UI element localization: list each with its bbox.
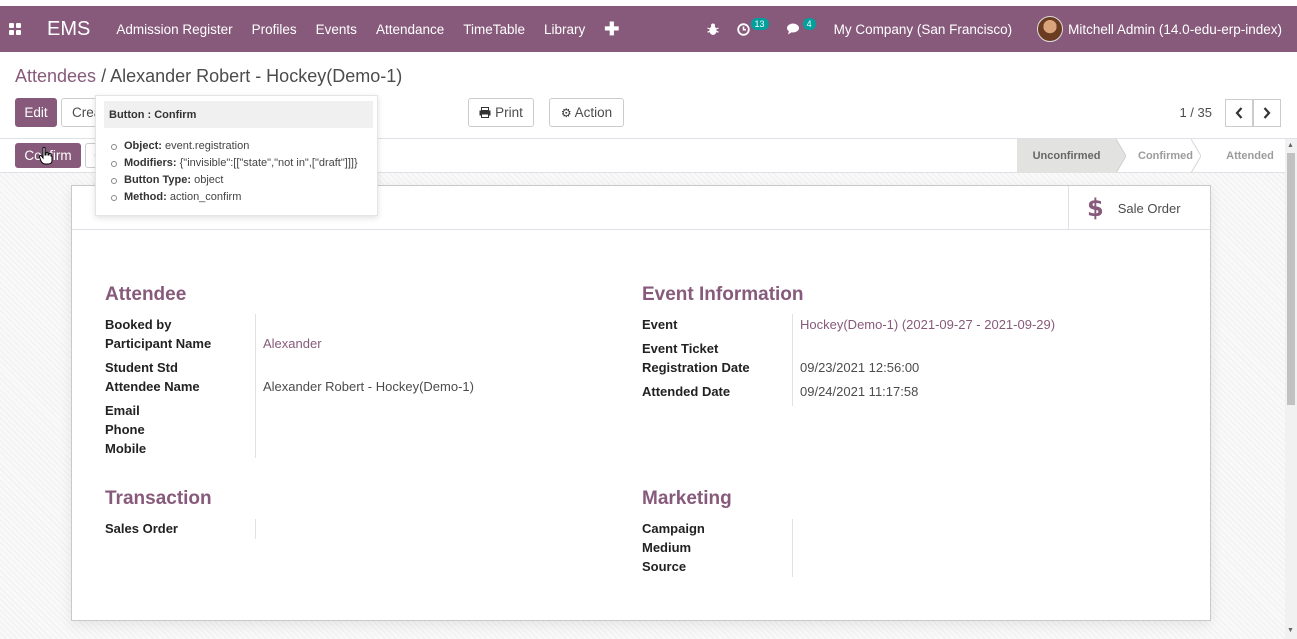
action-label: Action [574, 105, 613, 120]
attended-date-value: 09/24/2021 11:17:58 [800, 384, 919, 399]
transaction-divider [255, 519, 256, 539]
form-sheet: $ Sale Order Attendee Booked by Particip… [71, 185, 1211, 621]
sales-order-label: Sales Order [105, 521, 178, 536]
messages-icon[interactable]: 4 [786, 18, 816, 35]
event-value[interactable]: Hockey(Demo-1) (2021-09-27 - 2021-09-29) [800, 317, 1055, 332]
menu-attendance[interactable]: Attendance [376, 22, 444, 37]
event-information-group-title: Event Information [642, 284, 804, 305]
button-tooltip: Button : Confirm Object: event.registrat… [95, 95, 378, 216]
attendee-name-label: Attendee Name [105, 379, 200, 394]
event-ticket-label: Event Ticket [642, 341, 719, 356]
print-icon [479, 107, 491, 118]
attended-date-label: Attended Date [642, 384, 731, 399]
attendee-name-value: Alexander Robert - Hockey(Demo-1) [263, 379, 474, 394]
status-step-confirmed[interactable]: Confirmed [1116, 139, 1201, 173]
breadcrumb-current: Alexander Robert - Hockey(Demo-1) [110, 66, 403, 86]
pager-value[interactable]: 1 / 35 [1179, 105, 1212, 120]
breadcrumb-attendees-link[interactable]: Attendees [15, 66, 96, 86]
transaction-group-title: Transaction [105, 488, 212, 509]
tooltip-title: Button : Confirm [104, 101, 373, 128]
sale-order-label: Sale Order [1117, 200, 1181, 216]
registration-date-value: 09/23/2021 12:56:00 [800, 360, 920, 375]
print-label: Print [495, 105, 523, 120]
tooltip-details: Object: event.registration Modifiers: {"… [108, 138, 358, 206]
user-menu[interactable]: Mitchell Admin (14.0-edu-erp-index) [1037, 16, 1282, 42]
tooltip-method: Method: action_confirm [108, 189, 358, 206]
top-navbar: EMS Admission Register Profiles Events A… [0, 6, 1297, 52]
attendee-divider [255, 314, 256, 458]
bug-icon[interactable] [706, 23, 719, 36]
gear-icon: ⚙ [560, 105, 572, 120]
registration-date-label: Registration Date [642, 360, 750, 375]
event-divider [792, 314, 793, 406]
attendee-group-title: Attendee [105, 284, 187, 305]
participant-name-value[interactable]: Alexander [263, 336, 322, 351]
medium-label: Medium [642, 540, 692, 555]
menu-admission-register[interactable]: Admission Register [116, 22, 232, 37]
activity-badge: 13 [750, 18, 769, 30]
menu-timetable[interactable]: TimeTable [463, 22, 525, 37]
avatar [1037, 16, 1064, 42]
sale-order-smart-button[interactable]: $ Sale Order [1068, 186, 1210, 230]
messages-badge: 4 [802, 18, 816, 30]
menu-profiles[interactable]: Profiles [252, 22, 297, 37]
scroll-up-icon[interactable]: ▲ [1287, 142, 1294, 149]
marketing-group-title: Marketing [642, 488, 732, 509]
status-step-attended[interactable]: Attended [1201, 139, 1285, 173]
tooltip-modifiers: Modifiers: {"invisible":[["state","not i… [108, 155, 358, 172]
action-button[interactable]: ⚙ Action [549, 98, 624, 127]
dollar-icon: $ [1087, 194, 1104, 222]
participant-name-label: Participant Name [105, 336, 212, 351]
tooltip-object: Object: event.registration [108, 138, 358, 155]
menu-events[interactable]: Events [316, 22, 357, 37]
menu-library[interactable]: Library [544, 22, 585, 37]
tooltip-button-type: Button Type: object [108, 172, 358, 189]
plus-icon[interactable]: ✚ [604, 19, 619, 40]
email-label: Email [105, 403, 140, 418]
print-button[interactable]: Print [468, 98, 534, 127]
hand-cursor-icon [38, 146, 53, 170]
apps-menu-icon[interactable] [0, 6, 30, 52]
event-label: Event [642, 317, 678, 332]
scrollbar[interactable]: ▲ ▼ [1285, 139, 1297, 639]
activity-icon[interactable]: 13 [736, 18, 769, 36]
user-name: Mitchell Admin (14.0-edu-erp-index) [1068, 21, 1282, 37]
status-step-unconfirmed[interactable]: Unconfirmed [1017, 139, 1116, 173]
status-steps: Unconfirmed Confirmed Attended [1017, 139, 1285, 173]
chevron-right-icon [1263, 107, 1271, 119]
breadcrumb-separator: / [101, 66, 107, 86]
app-brand[interactable]: EMS [47, 18, 90, 41]
chevron-left-icon [1235, 107, 1243, 119]
scroll-thumb[interactable] [1287, 153, 1295, 405]
scroll-down-icon[interactable]: ▼ [1287, 627, 1294, 634]
phone-label: Phone [105, 422, 145, 437]
pager-previous-button[interactable] [1225, 99, 1253, 127]
mobile-label: Mobile [105, 441, 147, 456]
student-std-label: Student Std [105, 360, 178, 375]
pager-next-button[interactable] [1253, 99, 1281, 127]
breadcrumb: Attendees / Alexander Robert - Hockey(De… [15, 66, 402, 87]
source-label: Source [642, 559, 687, 574]
step-arrow-icon [1191, 139, 1201, 173]
company-switcher[interactable]: My Company (San Francisco) [834, 22, 1013, 37]
booked-by-label: Booked by [105, 317, 172, 332]
edit-button[interactable]: Edit [15, 98, 57, 127]
marketing-divider [792, 519, 793, 577]
campaign-label: Campaign [642, 521, 705, 536]
